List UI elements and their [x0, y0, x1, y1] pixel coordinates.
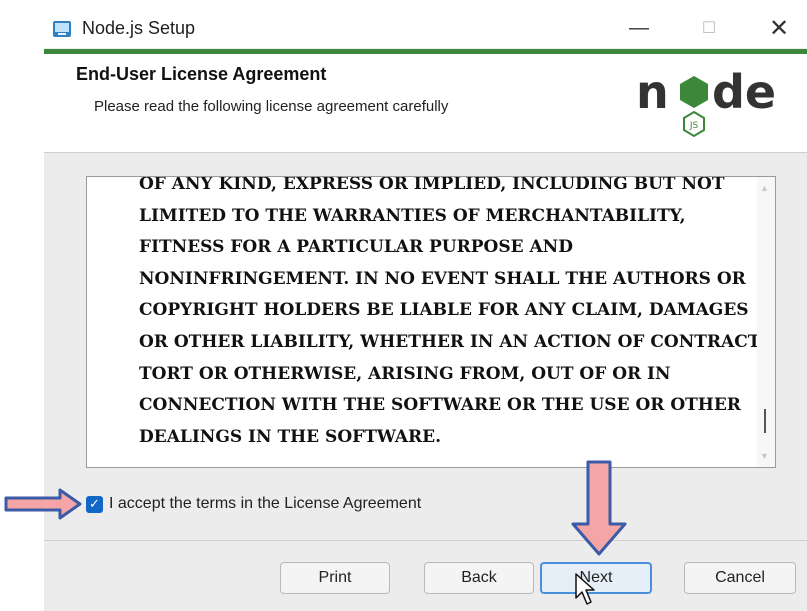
footer-divider: [44, 540, 807, 541]
title-bar: Node.js Setup — ☐ ✕: [44, 8, 807, 48]
accept-terms-label[interactable]: I accept the terms in the License Agreem…: [109, 495, 421, 513]
mouse-cursor-icon: [575, 573, 595, 605]
setup-window: Node.js Setup — ☐ ✕ End-User License Agr…: [44, 8, 807, 611]
license-text-box[interactable]: OF ANY KIND, EXPRESS OR IMPLIED, INCLUDI…: [86, 176, 776, 468]
license-text: OF ANY KIND, EXPRESS OR IMPLIED, INCLUDI…: [139, 176, 765, 447]
annotation-arrow-down: [571, 460, 627, 556]
dialog-header: End-User License Agreement Please read t…: [44, 54, 807, 153]
back-button[interactable]: Back: [424, 562, 534, 594]
minimize-button[interactable]: —: [616, 12, 662, 44]
annotation-arrow-right: [4, 488, 82, 520]
scroll-down-icon[interactable]: ▼: [760, 451, 769, 461]
close-button[interactable]: ✕: [756, 12, 802, 44]
accept-terms-row[interactable]: ✓ I accept the terms in the License Agre…: [86, 493, 421, 515]
window-title: Node.js Setup: [82, 18, 196, 38]
installer-app-icon: [53, 21, 71, 37]
maximize-button[interactable]: ☐: [686, 12, 732, 44]
license-scrollbar[interactable]: ▲ ▼: [757, 177, 775, 467]
cancel-button[interactable]: Cancel: [684, 562, 796, 594]
logo-hexagon: [680, 76, 708, 108]
nodejs-logo: n de JS: [636, 65, 774, 138]
scroll-thumb[interactable]: [764, 409, 766, 433]
logo-js-text: JS: [689, 121, 699, 131]
logo-de: de: [712, 65, 774, 119]
logo-n: n: [636, 65, 669, 119]
page-subtitle: Please read the following license agreem…: [94, 98, 449, 115]
print-button[interactable]: Print: [280, 562, 390, 594]
checkmark-icon: ✓: [89, 496, 100, 511]
scroll-up-icon[interactable]: ▲: [760, 183, 769, 193]
page-title: End-User License Agreement: [76, 64, 327, 84]
